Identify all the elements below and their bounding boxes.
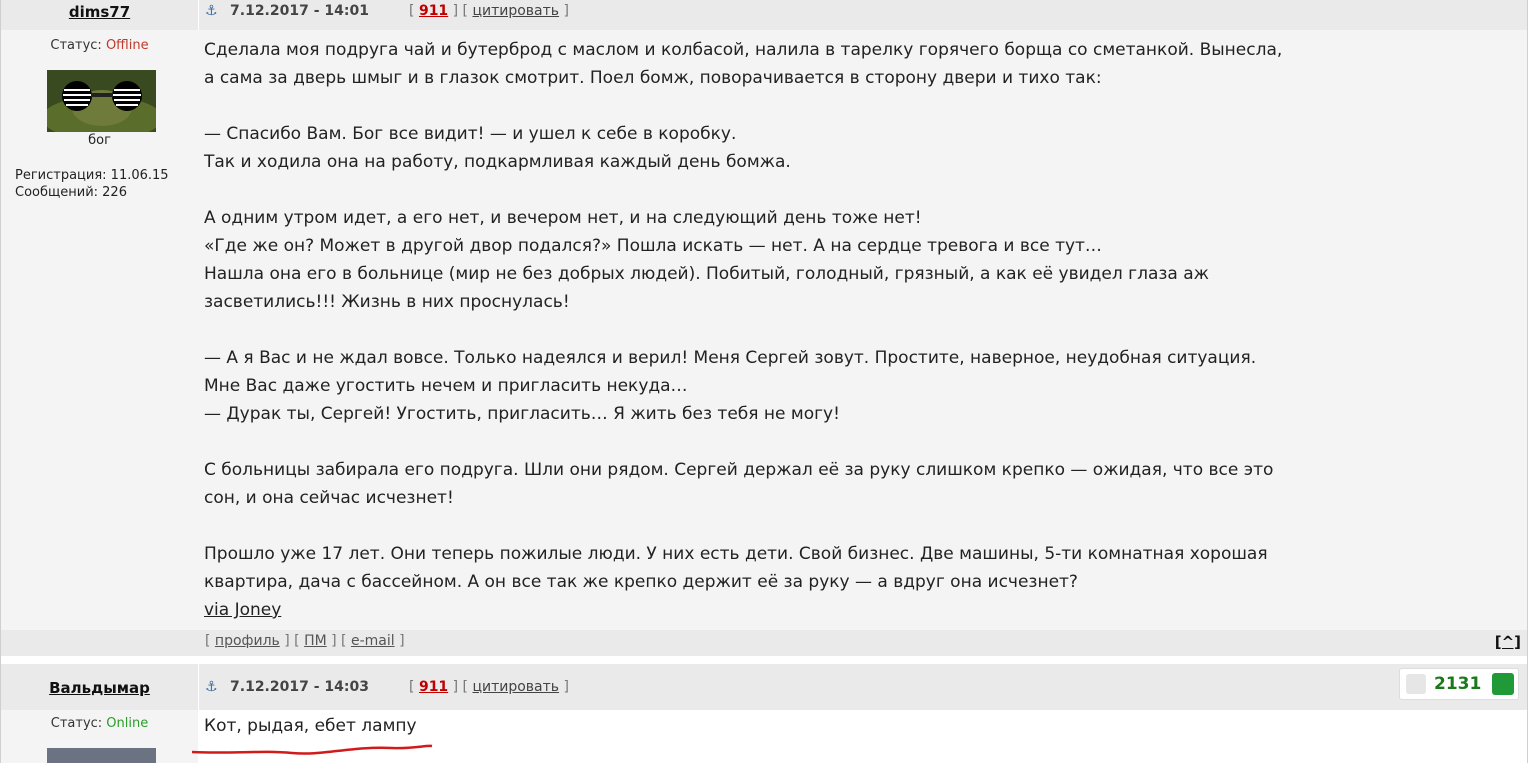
red-underline-mark: [192, 744, 433, 755]
post-meta: ⚓ 7.12.2017 - 14:01 [ 911 ] [ цитировать…: [205, 3, 569, 19]
post-author-cell: dims77: [1, 0, 199, 30]
post-meta: ⚓ 7.12.2017 - 14:03 [ 911 ] [ цитировать…: [205, 679, 569, 695]
post-date: 7.12.2017 - 14:01: [230, 3, 369, 19]
scroll-top-link[interactable]: [^]: [1495, 633, 1521, 651]
post-separator: [1, 656, 1527, 664]
rating-value: 2131: [1434, 674, 1482, 694]
pm-link[interactable]: ПМ: [304, 633, 327, 649]
post-body: Кот, рыдая, ебет лампу: [192, 710, 1527, 763]
user-info: Регистрация: 11.06.15 Сообщений: 226: [15, 167, 169, 201]
author-sidebar: Статус: Online: [1, 710, 198, 763]
post-author-cell: Вальдымар: [1, 664, 199, 710]
thumb-up-icon[interactable]: [1492, 673, 1514, 695]
post-body: Сделала моя подруга чай и бутерброд с ма…: [198, 30, 1527, 630]
rating-box: 2131: [1399, 668, 1519, 700]
profile-link[interactable]: профиль: [215, 633, 280, 649]
status-label: Статус: Offline: [50, 38, 149, 53]
anchor-icon[interactable]: ⚓: [205, 3, 218, 19]
post-header: Вальдымар ⚓ 7.12.2017 - 14:03 [ 911 ] [ …: [1, 664, 1527, 710]
registration-date: Регистрация: 11.06.15: [15, 168, 169, 183]
username-link[interactable]: Вальдымар: [1, 679, 198, 697]
quote-link[interactable]: цитировать: [472, 679, 559, 695]
post-text: Сделала моя подруга чай и бутерброд с ма…: [204, 40, 1283, 620]
status-offline: Offline: [105, 38, 149, 53]
quote-link[interactable]: цитировать: [472, 3, 559, 19]
footer-links: [ профиль ] [ ПМ ] [ e-mail ]: [205, 633, 405, 649]
anchor-icon[interactable]: ⚓: [205, 679, 218, 695]
post-number-link[interactable]: 911: [419, 679, 448, 695]
forum-frame: dims77 ⚓ 7.12.2017 - 14:01 [ 911 ] [ цит…: [0, 0, 1528, 763]
email-link[interactable]: e-mail: [351, 633, 395, 649]
user-rank: бог: [88, 133, 111, 148]
avatar: [42, 70, 162, 140]
post-number-link[interactable]: 911: [419, 3, 448, 19]
post-header: dims77 ⚓ 7.12.2017 - 14:01 [ 911 ] [ цит…: [1, 0, 1527, 30]
post-text: Кот, рыдая, ебет лампу: [204, 716, 417, 736]
status-online: Online: [106, 716, 149, 731]
thumb-down-icon[interactable]: [1406, 674, 1426, 694]
post-footer: [ профиль ] [ ПМ ] [ e-mail ] [^]: [1, 630, 1527, 656]
status-label: Статус: Online: [50, 716, 149, 731]
via-link[interactable]: via Joney: [204, 600, 281, 620]
post-date: 7.12.2017 - 14:03: [230, 679, 369, 695]
avatar-icon: [42, 70, 162, 140]
username-link[interactable]: dims77: [1, 3, 198, 21]
author-sidebar: Статус: Offline бог Регистрация: 11.06.1…: [1, 30, 198, 630]
message-count: Сообщений: 226: [15, 185, 127, 200]
avatar: [47, 748, 156, 763]
